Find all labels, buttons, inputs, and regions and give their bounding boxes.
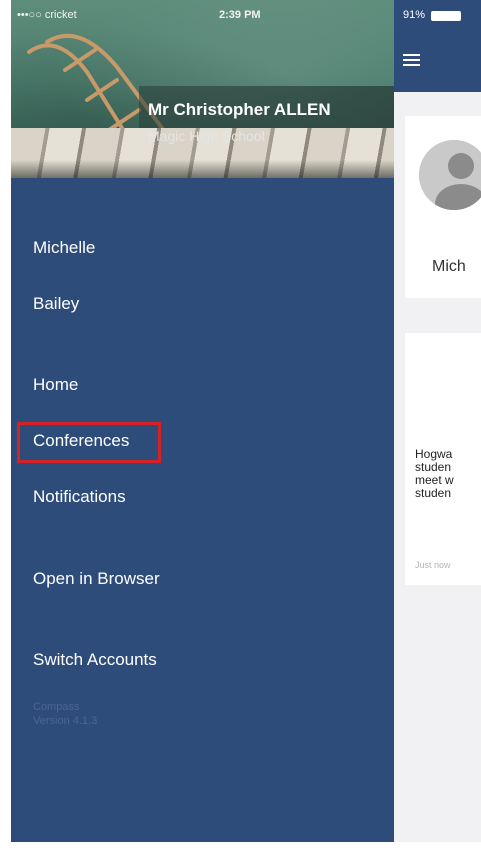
news-card-text: Hogwa studen meet w studen — [415, 447, 454, 500]
menu-item-michelle[interactable]: Michelle — [33, 238, 95, 258]
carrier-signal: •••○○ cricket — [17, 9, 77, 21]
menu-item-switch-accounts[interactable]: Switch Accounts — [33, 650, 157, 670]
student-card-name: Mich — [432, 258, 466, 275]
battery-percent: 91% — [403, 9, 426, 21]
menu-item-open-in-browser[interactable]: Open in Browser — [33, 569, 160, 589]
navigation-drawer: •••○○ cricket 2:39 PM 91% Mr Christopher… — [11, 0, 461, 842]
status-time: 2:39 PM — [219, 9, 261, 21]
app-name: Compass — [33, 701, 80, 713]
menu-item-conferences[interactable]: Conferences — [33, 431, 129, 451]
menu-item-home[interactable]: Home — [33, 375, 78, 395]
app-version: Version 4.1.3 — [33, 715, 98, 727]
phone-screen: Mich Hogwa studen meet w studen Just now… — [11, 0, 481, 842]
menu-item-notifications[interactable]: Notifications — [33, 487, 126, 507]
student-avatar — [419, 140, 481, 210]
profile-name: Mr Christopher ALLEN — [148, 100, 331, 119]
hamburger-menu-icon[interactable] — [403, 54, 420, 66]
news-card-timestamp: Just now — [415, 560, 451, 570]
profile-school: Magic High School — [148, 128, 265, 144]
menu-item-bailey[interactable]: Bailey — [33, 294, 79, 314]
battery-icon — [431, 11, 461, 21]
drawer-header — [11, 0, 394, 178]
